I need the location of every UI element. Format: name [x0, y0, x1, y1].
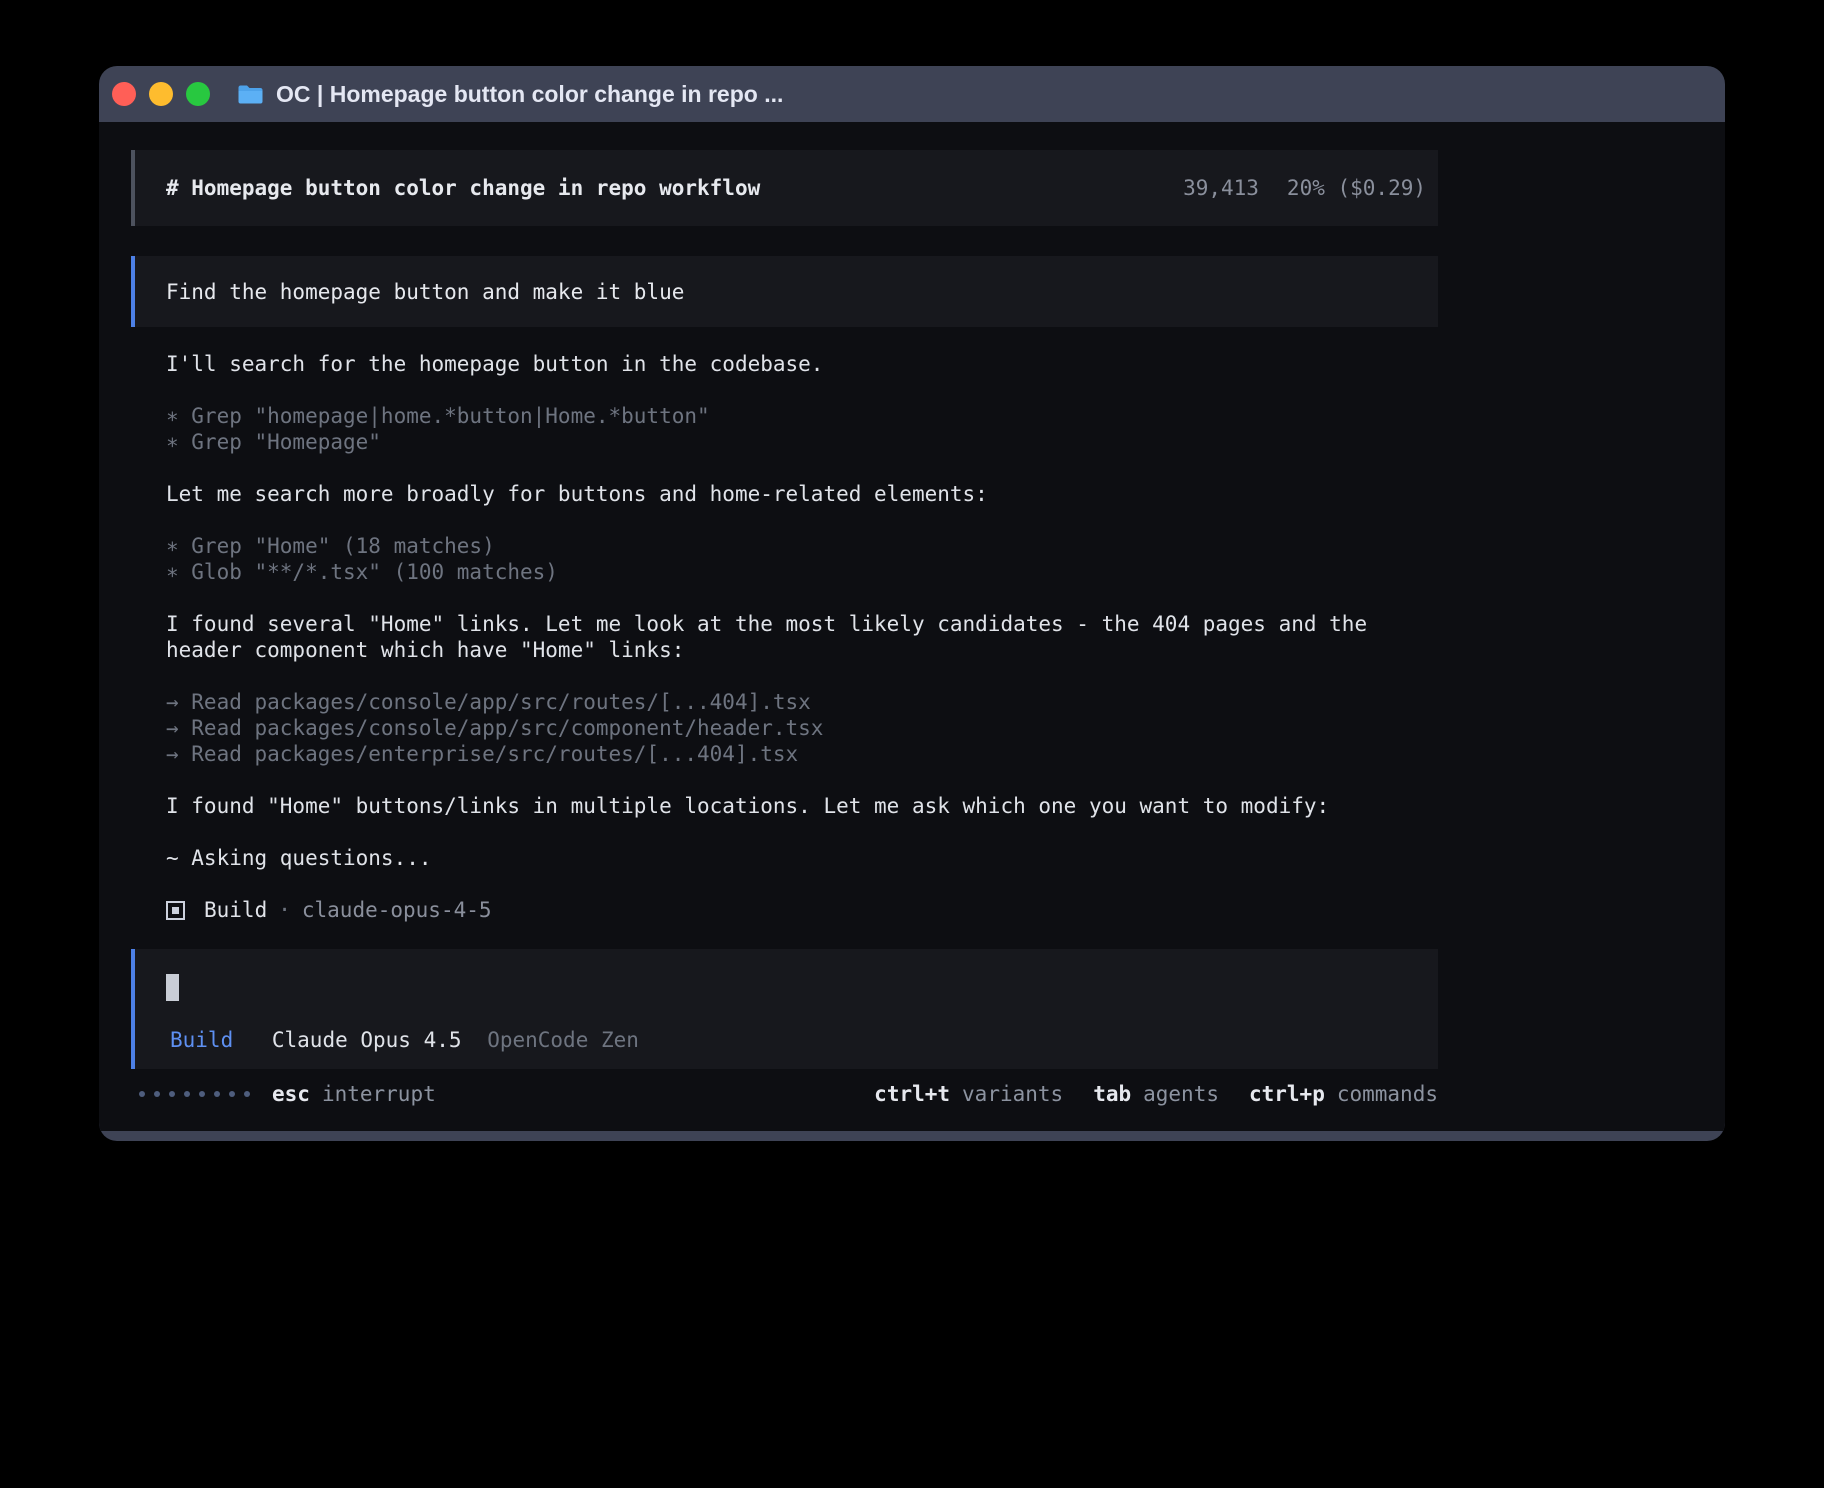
- shortcut-key: tab: [1093, 1081, 1131, 1107]
- agent-status-line: Build · claude-opus-4-5: [166, 897, 1438, 923]
- content-column: # Homepage button color change in repo w…: [131, 150, 1438, 1107]
- shortcut-agents: tab agents: [1093, 1081, 1219, 1107]
- terminal-window: OC | Homepage button color change in rep…: [99, 66, 1725, 1141]
- tool-call-grep: ∗ Grep "homepage|home.*button|Home.*butt…: [166, 403, 1438, 429]
- spinner-dot: [184, 1091, 190, 1097]
- context-usage: 20% ($0.29): [1287, 176, 1426, 200]
- assistant-text: Let me search more broadly for buttons a…: [166, 481, 1438, 507]
- input-model-label: Claude Opus 4.5: [272, 1028, 462, 1052]
- session-header: # Homepage button color change in repo w…: [131, 150, 1438, 226]
- input-provider-label: OpenCode Zen: [487, 1028, 639, 1052]
- agent-name: Build: [204, 897, 267, 923]
- spinner-dot: [214, 1091, 220, 1097]
- spinner-dot: [169, 1091, 175, 1097]
- session-title: # Homepage button color change in repo w…: [166, 176, 760, 200]
- folder-icon: [237, 84, 264, 105]
- user-message: Find the homepage button and make it blu…: [131, 256, 1438, 327]
- agent-icon: [166, 901, 185, 920]
- input-mode-label: Build: [170, 1028, 233, 1052]
- esc-key-hint: esc: [272, 1081, 310, 1107]
- spinner-dot: [229, 1091, 235, 1097]
- tool-call-read: → Read packages/console/app/src/routes/[…: [166, 689, 1438, 715]
- shortcut-commands: ctrl+p commands: [1249, 1081, 1438, 1107]
- shortcut-label: variants: [962, 1081, 1063, 1107]
- interrupt-label: interrupt: [322, 1081, 436, 1107]
- zoom-button[interactable]: [186, 82, 210, 106]
- spinner-dot: [139, 1091, 145, 1097]
- assistant-text: I'll search for the homepage button in t…: [166, 351, 1438, 377]
- token-count: 39,413: [1183, 176, 1259, 200]
- traffic-lights: [112, 82, 210, 106]
- spinner-dot: [199, 1091, 205, 1097]
- tool-call-grep: ∗ Grep "Homepage": [166, 429, 1438, 455]
- assistant-transcript: I'll search for the homepage button in t…: [166, 351, 1438, 923]
- spinner-dot: [154, 1091, 160, 1097]
- shortcut-key: ctrl+p: [1249, 1081, 1325, 1107]
- shortcut-label: commands: [1337, 1081, 1438, 1107]
- text-cursor: [166, 974, 179, 1001]
- tool-call-glob: ∗ Glob "**/*.tsx" (100 matches): [166, 559, 1438, 585]
- agent-model: claude-opus-4-5: [302, 897, 492, 923]
- window-title: OC | Homepage button color change in rep…: [276, 81, 783, 108]
- agent-separator: ·: [278, 897, 291, 923]
- spinner-dot: [244, 1091, 250, 1097]
- shortcut-variants: ctrl+t variants: [874, 1081, 1063, 1107]
- tool-call-read: → Read packages/enterprise/src/routes/[.…: [166, 741, 1438, 767]
- spinner-dots: [139, 1091, 250, 1097]
- assistant-text: I found "Home" buttons/links in multiple…: [166, 793, 1438, 819]
- input-meta: Build Claude Opus 4.5 OpenCode Zen: [170, 1027, 639, 1053]
- titlebar: OC | Homepage button color change in rep…: [99, 66, 1725, 122]
- status-right: ctrl+t variants tab agents ctrl+p comman…: [874, 1081, 1438, 1107]
- agent-icon-dot: [172, 907, 179, 914]
- status-bar: esc interrupt ctrl+t variants tab agents…: [131, 1081, 1438, 1107]
- tool-call-read: → Read packages/console/app/src/componen…: [166, 715, 1438, 741]
- shortcut-key: ctrl+t: [874, 1081, 950, 1107]
- status-left: esc interrupt: [131, 1081, 436, 1107]
- close-button[interactable]: [112, 82, 136, 106]
- user-message-text: Find the homepage button and make it blu…: [166, 280, 684, 304]
- asking-status: ~ Asking questions...: [166, 845, 1438, 871]
- terminal-body: # Homepage button color change in repo w…: [99, 122, 1725, 1131]
- minimize-button[interactable]: [149, 82, 173, 106]
- titlebar-title-group: OC | Homepage button color change in rep…: [237, 81, 783, 108]
- shortcut-label: agents: [1143, 1081, 1219, 1107]
- tool-call-grep: ∗ Grep "Home" (18 matches): [166, 533, 1438, 559]
- assistant-text: I found several "Home" links. Let me loo…: [166, 611, 1438, 663]
- prompt-input[interactable]: Build Claude Opus 4.5 OpenCode Zen: [131, 949, 1438, 1069]
- session-stats: 39,413 20% ($0.29): [1183, 176, 1426, 200]
